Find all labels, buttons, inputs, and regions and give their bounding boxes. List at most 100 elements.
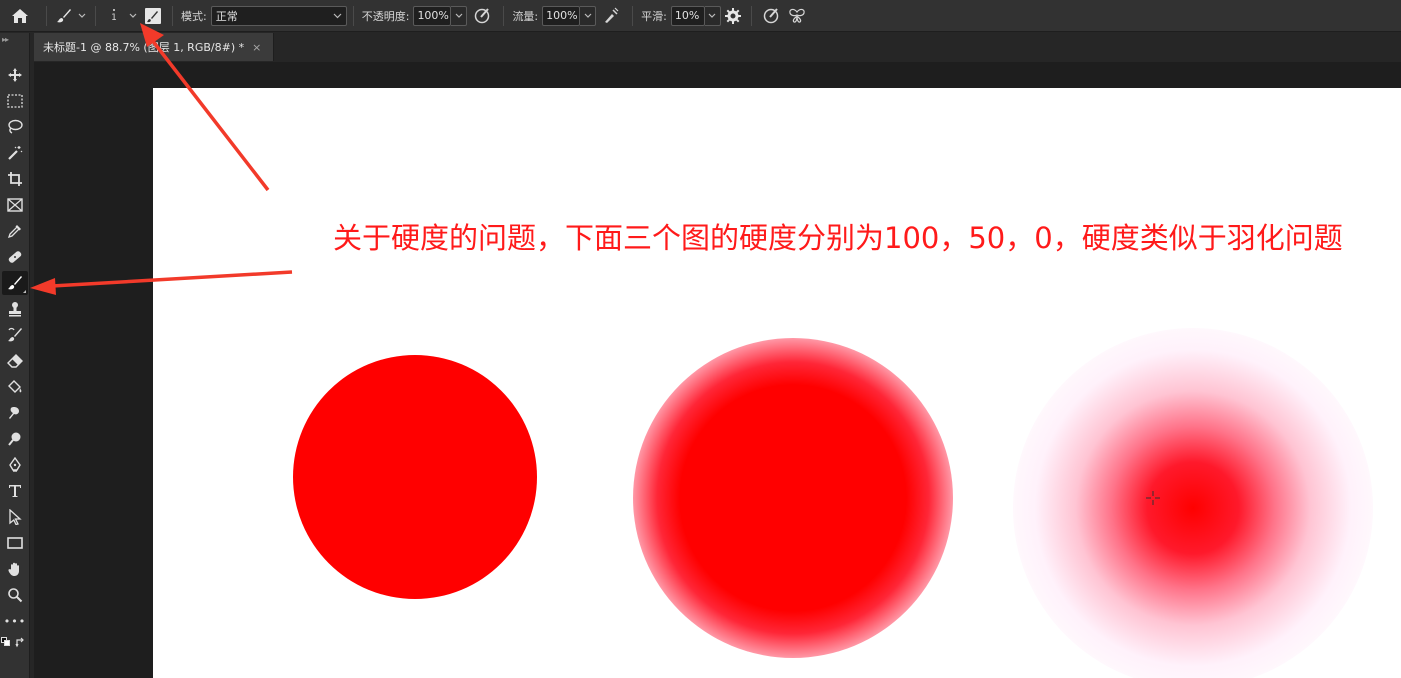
pen-icon (9, 457, 21, 472)
default-colors-icon[interactable] (1, 637, 11, 647)
photoshop-window: 1 模式: 正常 不透明度: 100% 流量: 100% 平滑: 10% ▸▸ … (0, 0, 1401, 678)
close-tab-button[interactable]: × (252, 41, 261, 54)
mode-select[interactable]: 正常 (210, 5, 347, 26)
flow-value: 100% (546, 9, 578, 22)
chevron-down-icon (455, 13, 463, 18)
brush-icon (8, 276, 22, 290)
size-pressure-button[interactable] (758, 4, 784, 28)
crop-icon (8, 172, 22, 186)
symmetry-button[interactable] (784, 4, 810, 28)
divider (172, 5, 173, 26)
brush-size-picker[interactable]: 1 (102, 2, 126, 30)
pressure-opacity-icon (475, 7, 490, 23)
crosshair-cursor-icon (1146, 491, 1160, 505)
opacity-slider-toggle[interactable] (451, 5, 468, 26)
smoothing-input[interactable]: 10% (670, 5, 705, 26)
annotation-text: 关于硬度的问题，下面三个图的硬度分别为100，50，0，硬度类似于羽化问题 (333, 221, 1343, 255)
brush-sample-hardness-0 (1013, 328, 1373, 678)
smoothing-value: 10% (674, 9, 700, 22)
brush-settings-panel-button[interactable] (140, 4, 166, 28)
brush-tool[interactable] (2, 271, 28, 295)
flow-input[interactable]: 100% (542, 5, 581, 26)
eyedropper-icon (7, 225, 21, 239)
opacity-label: 不透明度: (361, 9, 410, 23)
document-canvas[interactable]: 关于硬度的问题，下面三个图的硬度分别为100，50，0，硬度类似于羽化问题 (153, 88, 1401, 678)
magic-wand-tool[interactable] (2, 141, 28, 165)
airbrush-icon (605, 7, 619, 23)
eraser-tool[interactable] (2, 349, 28, 373)
zoom-tool[interactable] (2, 583, 28, 607)
brush-sample-hardness-50 (633, 338, 953, 658)
hand-tool[interactable] (2, 557, 28, 581)
home-button[interactable] (0, 4, 40, 28)
arrow-cursor-icon (9, 509, 22, 525)
brush-sample-hardness-100 (293, 355, 537, 599)
chevron-down-icon (78, 13, 86, 18)
document-tab[interactable]: 未标题-1 @ 88.7% (图层 1, RGB/8#) * × (34, 33, 274, 61)
tool-group-indicator-icon (23, 290, 26, 293)
brush-settings-icon (145, 7, 161, 24)
smoothing-slider-toggle[interactable] (704, 5, 721, 26)
lasso-icon (8, 119, 23, 134)
move-tool[interactable] (2, 63, 28, 87)
type-tool[interactable] (2, 479, 28, 503)
panel-collapse-icon[interactable]: ▸▸ (2, 35, 9, 44)
flow-slider-toggle[interactable] (580, 5, 597, 26)
opacity-value: 100% (417, 9, 449, 22)
airbrush-button[interactable] (596, 4, 626, 28)
move-icon (8, 68, 22, 82)
frame-tool[interactable] (2, 193, 28, 217)
flow-label: 流量: (512, 9, 539, 23)
divider (750, 5, 752, 26)
chevron-down-icon (129, 13, 137, 18)
brush-preset-dropdown[interactable] (75, 4, 89, 28)
blur-tool[interactable] (2, 401, 28, 425)
divider (46, 5, 47, 26)
dodge-icon (8, 432, 21, 446)
hand-icon (8, 562, 19, 576)
smoothing-label: 平滑: (641, 9, 667, 23)
marquee-tool[interactable] (2, 89, 28, 113)
more-tools-button[interactable]: ••• (2, 609, 28, 633)
chevron-down-icon (333, 13, 342, 18)
healing-brush-tool[interactable] (2, 245, 28, 269)
brush-tip-preview-icon (113, 8, 115, 11)
type-icon (9, 485, 21, 497)
gear-icon (724, 7, 741, 24)
paint-bucket-tool[interactable] (2, 375, 28, 399)
stamp-icon (9, 302, 21, 317)
pressure-size-icon (763, 7, 779, 23)
mode-value: 正常 (215, 9, 238, 23)
brush-preset-button[interactable] (53, 4, 75, 28)
history-brush-icon (8, 327, 22, 342)
pen-tool[interactable] (2, 453, 28, 477)
home-icon (12, 8, 28, 23)
opacity-pressure-button[interactable] (467, 4, 497, 28)
lasso-tool[interactable] (2, 115, 28, 139)
chevron-down-icon (584, 13, 592, 18)
rectangle-icon (7, 537, 23, 549)
divider (632, 5, 634, 26)
smoothing-options-button[interactable] (721, 4, 745, 28)
magic-wand-icon (8, 146, 23, 160)
smudge-icon (9, 407, 19, 419)
rectangle-tool[interactable] (2, 531, 28, 555)
brush-size-dropdown[interactable] (126, 4, 140, 28)
mode-label: 模式: (181, 9, 207, 23)
dodge-tool[interactable] (2, 427, 28, 451)
rectangle-marquee-icon (7, 94, 23, 108)
paint-bucket-icon (8, 380, 22, 393)
opacity-input[interactable]: 100% (413, 5, 452, 26)
brush-icon (57, 8, 71, 22)
options-bar: 1 模式: 正常 不透明度: 100% 流量: 100% 平滑: 10% (0, 0, 1401, 32)
brush-size-value: 1 (111, 12, 117, 23)
crop-tool[interactable] (2, 167, 28, 191)
tools-panel: ▸▸ ••• (0, 33, 30, 678)
document-tab-title: 未标题-1 @ 88.7% (图层 1, RGB/8#) * (43, 41, 245, 54)
clone-stamp-tool[interactable] (2, 297, 28, 321)
path-selection-tool[interactable] (2, 505, 28, 529)
swap-colors-icon[interactable] (15, 637, 26, 648)
history-brush-tool[interactable] (2, 323, 28, 347)
eyedropper-tool[interactable] (2, 219, 28, 243)
divider (503, 5, 505, 26)
